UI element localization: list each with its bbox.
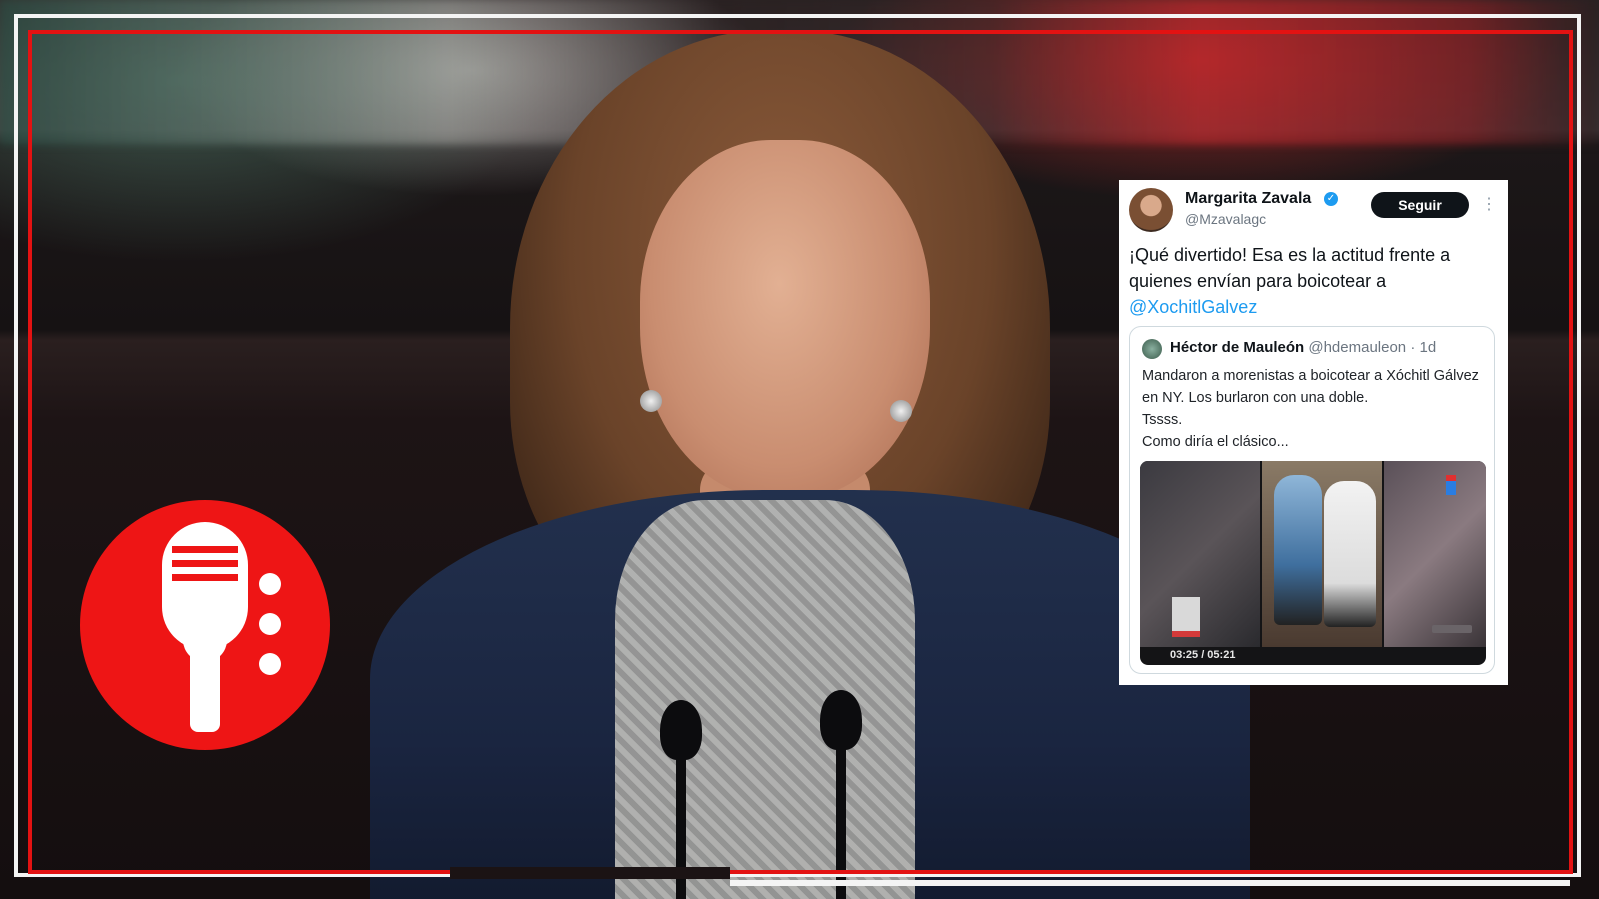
tweet-body: ¡Qué divertido! Esa es la actitud frente… <box>1129 245 1451 291</box>
quoted-header: Héctor de Mauleón @hdemauleon · 1d <box>1170 339 1436 356</box>
video-figure-white-coat <box>1324 481 1376 627</box>
video-figure-blue-coat <box>1274 475 1322 625</box>
quoted-tweet[interactable]: Héctor de Mauleón @hdemauleon · 1d Manda… <box>1129 326 1495 674</box>
quoted-line: Como diría el clásico... <box>1142 434 1289 450</box>
verified-badge-icon: ✓ <box>1324 192 1338 206</box>
tweet-card: Margarita Zavala ✓ @Mzavalagc Seguir ⋮ ¡… <box>1119 180 1508 685</box>
frame-white-bottom-line <box>730 880 1570 886</box>
video-right-panel <box>1384 461 1486 647</box>
quoted-author-name: Héctor de Mauleón <box>1170 339 1305 356</box>
follow-button[interactable]: Seguir <box>1371 192 1469 218</box>
quoted-author-avatar <box>1142 339 1162 359</box>
channel-logo-icon <box>1446 475 1456 495</box>
author-avatar[interactable] <box>1129 188 1173 232</box>
quoted-author-handle: @hdemauleon <box>1308 339 1407 356</box>
quoted-line: Tssss. <box>1142 412 1183 428</box>
quoted-video[interactable]: 03:25 / 05:21 <box>1140 461 1486 665</box>
quoted-age: · 1d <box>1410 339 1437 356</box>
channel-badge-icon <box>1172 597 1200 637</box>
tweet-mention-link[interactable]: @XochitlGalvez <box>1129 297 1257 317</box>
podcast-microphone-icon <box>80 500 330 750</box>
tweet-text: ¡Qué divertido! Esa es la actitud frente… <box>1129 242 1499 320</box>
news-thumbnail: Margarita Zavala ✓ @Mzavalagc Seguir ⋮ ¡… <box>0 0 1599 899</box>
more-icon[interactable]: ⋮ <box>1481 194 1497 214</box>
frame-gap <box>450 867 730 879</box>
video-left-panel <box>1140 461 1260 647</box>
video-timestamp: 03:25 / 05:21 <box>1170 649 1236 661</box>
watermark <box>1432 625 1472 633</box>
author-name[interactable]: Margarita Zavala <box>1185 190 1311 208</box>
author-handle[interactable]: @Mzavalagc <box>1185 211 1266 227</box>
quoted-line: Mandaron a morenistas a boicotear a Xóch… <box>1142 368 1479 406</box>
quoted-text: Mandaron a morenistas a boicotear a Xóch… <box>1142 365 1487 453</box>
